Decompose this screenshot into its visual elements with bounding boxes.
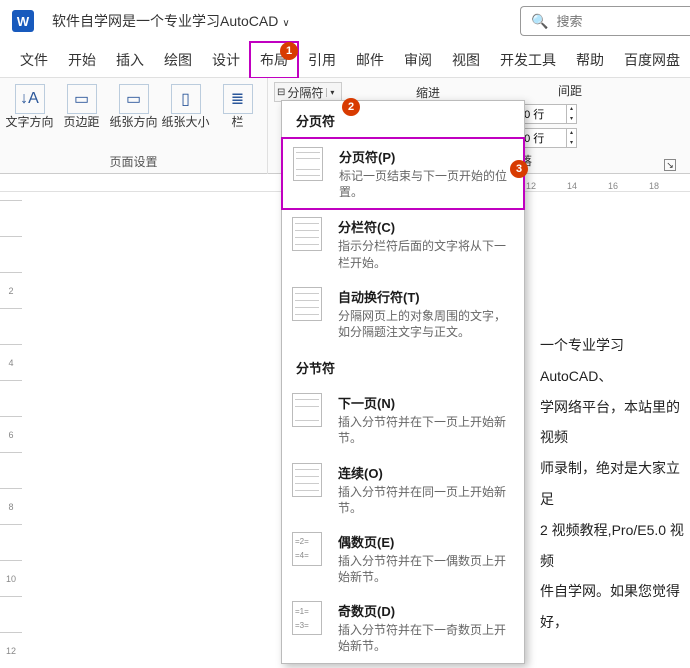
chevron-down-icon[interactable]: ∨: [282, 18, 289, 29]
page-break-icon: [293, 147, 323, 181]
odd-page-icon: =1==3=: [292, 601, 322, 635]
orientation-button[interactable]: ▭ 纸张方向: [108, 84, 160, 129]
columns-icon: ≣: [223, 84, 253, 114]
menu-draw[interactable]: 绘图: [154, 42, 202, 78]
next-page-icon: [292, 393, 322, 427]
paragraph-launcher[interactable]: ↘: [664, 159, 676, 171]
menu-help[interactable]: 帮助: [566, 42, 614, 78]
menu-design[interactable]: 设计: [202, 42, 250, 78]
menu-bar: 文件 开始 插入 绘图 设计 布局 引用 邮件 审阅 视图 开发工具 帮助 百度…: [0, 42, 690, 78]
spacing-after-input[interactable]: ▴▾: [521, 128, 577, 148]
margins-icon: ▭: [67, 84, 97, 114]
even-page-icon: =2==4=: [292, 532, 322, 566]
spacing-before-input[interactable]: ▴▾: [521, 104, 577, 124]
text-direction-button[interactable]: ↓A 文字方向: [4, 84, 56, 129]
breaks-section-sectionbreaks: 分节符: [282, 348, 524, 385]
search-icon: 🔍: [531, 13, 548, 30]
menu-baidu[interactable]: 百度网盘: [614, 42, 690, 78]
menu-home[interactable]: 开始: [58, 42, 106, 78]
spin-down[interactable]: ▾: [566, 114, 576, 124]
column-break-icon: [292, 217, 322, 251]
break-item-page-break[interactable]: 分页符(P) 标记一页结束与下一页开始的位置。: [281, 137, 525, 210]
break-item-continuous[interactable]: 连续(O) 插入分节符并在同一页上开始新节。: [282, 455, 524, 524]
vertical-ruler: 2 4 6 8 10 12: [0, 200, 22, 668]
spacing-label: 间距: [558, 82, 582, 99]
breaks-section-pagebreaks: 分页符: [282, 101, 524, 138]
callout-2: 2: [342, 98, 360, 116]
word-app-icon: W: [12, 10, 34, 32]
menu-insert[interactable]: 插入: [106, 42, 154, 78]
break-item-text-wrap[interactable]: 自动换行符(T) 分隔网页上的对象周围的文字，如分隔题注文字与正文。: [282, 279, 524, 348]
page-size-icon: ▯: [171, 84, 201, 114]
orientation-icon: ▭: [119, 84, 149, 114]
break-item-next-page[interactable]: 下一页(N) 插入分节符并在下一页上开始新节。: [282, 385, 524, 454]
indent-label: 缩进: [398, 84, 458, 101]
menu-references[interactable]: 引用: [298, 42, 346, 78]
text-direction-icon: ↓A: [15, 84, 45, 114]
spin-down[interactable]: ▾: [566, 138, 576, 148]
continuous-icon: [292, 463, 322, 497]
callout-1: 1: [280, 42, 298, 60]
search-input[interactable]: [556, 14, 680, 29]
page-size-button[interactable]: ▯ 纸张大小: [160, 84, 212, 129]
menu-review[interactable]: 审阅: [394, 42, 442, 78]
menu-developer[interactable]: 开发工具: [490, 42, 566, 78]
break-item-odd-page[interactable]: =1==3= 奇数页(D) 插入分节符并在下一奇数页上开始新节。: [282, 593, 524, 662]
menu-view[interactable]: 视图: [442, 42, 490, 78]
chevron-down-icon[interactable]: ▾: [326, 88, 334, 97]
menu-mailings[interactable]: 邮件: [346, 42, 394, 78]
menu-file[interactable]: 文件: [10, 42, 58, 78]
spin-up[interactable]: ▴: [566, 128, 576, 138]
spin-up[interactable]: ▴: [566, 104, 576, 114]
break-item-column-break[interactable]: 分栏符(C) 指示分栏符后面的文字将从下一栏开始。: [282, 209, 524, 278]
breaks-button[interactable]: ⊟ 分隔符 ▾: [274, 82, 342, 102]
breaks-dropdown: 分页符 分页符(P) 标记一页结束与下一页开始的位置。 分栏符(C) 指示分栏符…: [281, 100, 525, 664]
document-title: 软件自学网是一个专业学习AutoCAD∨: [52, 11, 290, 31]
callout-3: 3: [510, 160, 528, 178]
columns-button[interactable]: ≣ 栏: [212, 84, 264, 129]
page-setup-group-label: 页面设置: [109, 153, 157, 174]
margins-button[interactable]: ▭ 页边距: [56, 84, 108, 129]
text-wrap-icon: [292, 287, 322, 321]
break-item-even-page[interactable]: =2==4= 偶数页(E) 插入分节符并在下一偶数页上开始新节。: [282, 524, 524, 593]
search-box[interactable]: 🔍: [520, 6, 690, 36]
